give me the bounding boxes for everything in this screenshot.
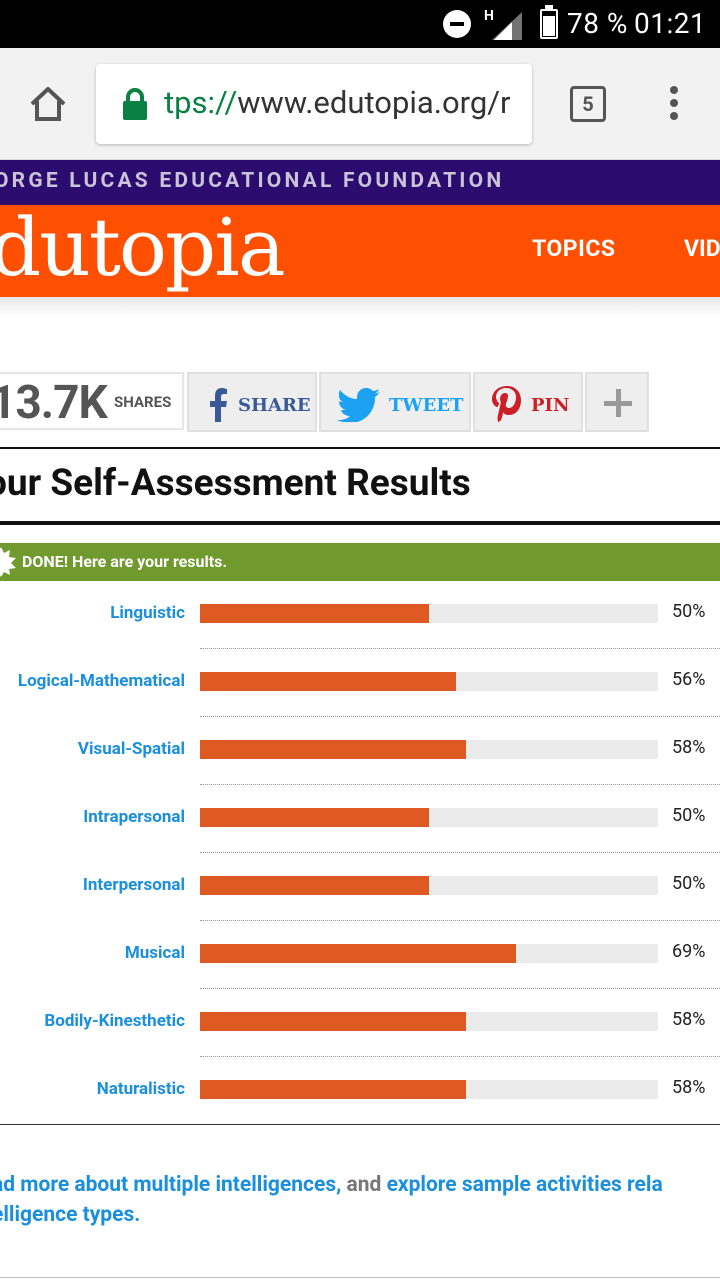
pinterest-share-button[interactable]: PIN <box>473 372 583 432</box>
intelligence-label[interactable]: Linguistic <box>110 603 185 623</box>
tab-switcher-button[interactable]: 5 <box>570 86 606 122</box>
result-bar-fill <box>200 944 517 963</box>
url-host: www.edutopia.org/r <box>237 84 511 121</box>
bottom-rule <box>0 1277 720 1278</box>
share-count-box: 13.7K SHARES <box>0 372 184 430</box>
result-percent: 58% <box>672 737 706 758</box>
connector-text: and <box>341 1173 387 1197</box>
result-bar-track <box>200 876 658 895</box>
pinterest-share-label: PIN <box>531 395 570 416</box>
foundation-text: ORGE LUCAS EDUCATIONAL FOUNDATION <box>0 169 505 193</box>
intelligence-label[interactable]: Interpersonal <box>83 875 185 895</box>
result-bar-fill <box>200 808 429 827</box>
result-row: Visual-Spatial 58% <box>0 717 720 785</box>
result-percent: 50% <box>672 805 706 826</box>
result-row: Linguistic 50% <box>0 581 720 649</box>
heading-rule-bottom <box>0 521 720 525</box>
result-bar-fill <box>200 604 429 623</box>
results-end-rule <box>0 1124 720 1125</box>
closing-period: . <box>134 1203 141 1227</box>
twitter-icon <box>337 388 380 422</box>
result-row: Interpersonal 50% <box>0 853 720 921</box>
result-row: Logical-Mathematical 56% <box>0 649 720 717</box>
share-count-label: SHARES <box>114 393 172 411</box>
result-row: Naturalistic 58% <box>0 1057 720 1125</box>
result-bar-track <box>200 944 658 963</box>
intelligence-label[interactable]: Bodily-Kinesthetic <box>44 1011 185 1031</box>
lock-icon <box>123 88 147 120</box>
site-header: dutopia TOPICS VID <box>0 205 720 297</box>
results-title: our Self-Assessment Results <box>0 462 471 505</box>
more-links: ad more about multiple intelligences, an… <box>0 1170 720 1230</box>
site-logo[interactable]: dutopia <box>0 205 286 294</box>
result-bar-track <box>200 672 658 691</box>
battery-percent: 78 % <box>567 7 628 40</box>
overflow-menu-icon[interactable] <box>664 86 684 126</box>
done-badge-icon <box>0 547 16 577</box>
heading-rule-top <box>0 447 720 449</box>
share-count: 13.7K <box>0 376 108 430</box>
result-bar-fill <box>200 740 466 759</box>
facebook-share-button[interactable]: SHARE <box>187 372 317 432</box>
more-share-button[interactable] <box>585 372 649 432</box>
do-not-disturb-icon <box>443 10 471 38</box>
home-icon[interactable] <box>28 84 68 124</box>
signal-icon <box>492 12 522 40</box>
twitter-share-label: TWEET <box>389 395 464 416</box>
twitter-share-button[interactable]: TWEET <box>319 372 471 432</box>
sample-activities-link[interactable]: explore sample activities rela <box>387 1173 663 1197</box>
result-percent: 58% <box>672 1009 706 1030</box>
intelligence-label[interactable]: Musical <box>125 943 185 963</box>
result-bar-fill <box>200 876 429 895</box>
foundation-banner: ORGE LUCAS EDUCATIONAL FOUNDATION <box>0 160 720 205</box>
sample-activities-link-continued[interactable]: elligence types <box>0 1203 134 1227</box>
battery-icon <box>540 5 558 39</box>
header-shadow <box>0 297 720 317</box>
url-text: tps://www.edutopia.org/r <box>164 84 511 121</box>
result-bar-fill <box>200 1012 466 1031</box>
nav-topics[interactable]: TOPICS <box>532 235 616 262</box>
multiple-intelligences-link[interactable]: ad more about multiple intelligences, <box>0 1173 341 1197</box>
browser-toolbar: tps://www.edutopia.org/r 5 <box>0 48 720 160</box>
result-bar-track <box>200 740 658 759</box>
result-bar-track <box>200 604 658 623</box>
facebook-icon <box>210 388 227 422</box>
status-bar: H 78 % 01:21 <box>0 0 720 48</box>
pinterest-icon <box>492 386 521 422</box>
intelligence-label[interactable]: Logical-Mathematical <box>18 671 185 691</box>
clock: 01:21 <box>634 7 707 40</box>
done-text: DONE! Here are your results. <box>22 552 227 571</box>
done-banner: DONE! Here are your results. <box>0 543 720 581</box>
result-bar-track <box>200 1012 658 1031</box>
intelligence-label[interactable]: Naturalistic <box>97 1079 185 1099</box>
result-bar-track <box>200 1080 658 1099</box>
url-scheme: tps:// <box>164 84 238 121</box>
result-bar-fill <box>200 672 457 691</box>
result-percent: 56% <box>672 669 706 690</box>
result-bar-fill <box>200 1080 466 1099</box>
intelligence-label[interactable]: Intrapersonal <box>83 807 185 827</box>
result-percent: 58% <box>672 1077 706 1098</box>
nav-videos[interactable]: VID <box>684 235 720 262</box>
result-percent: 50% <box>672 601 706 622</box>
facebook-share-label: SHARE <box>238 395 311 416</box>
intelligence-label[interactable]: Visual-Spatial <box>78 739 185 759</box>
result-row: Musical 69% <box>0 921 720 989</box>
result-bar-track <box>200 808 658 827</box>
address-bar[interactable]: tps://www.edutopia.org/r <box>96 64 532 144</box>
result-percent: 69% <box>672 941 706 962</box>
result-percent: 50% <box>672 873 706 894</box>
result-row: Bodily-Kinesthetic 58% <box>0 989 720 1057</box>
result-row: Intrapersonal 50% <box>0 785 720 853</box>
